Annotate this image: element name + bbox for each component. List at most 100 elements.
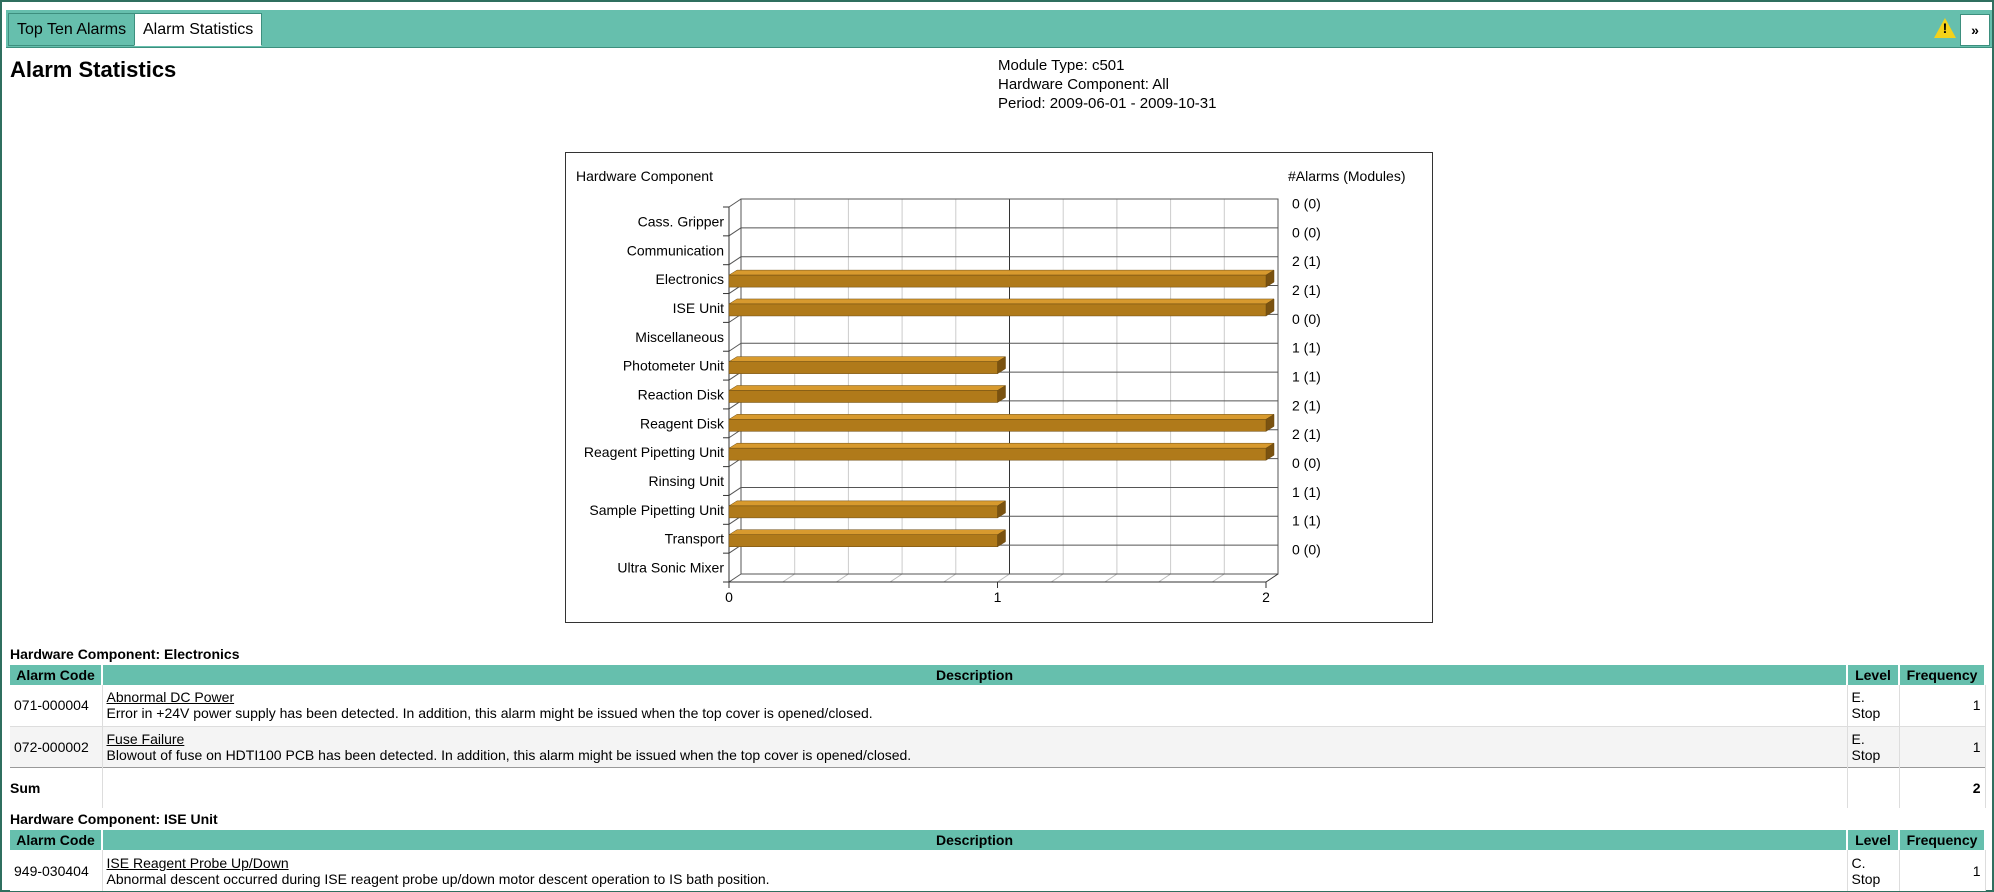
col-header-alarm-code[interactable]: Alarm Code <box>10 830 103 850</box>
col-header-frequency[interactable]: Frequency <box>1899 665 1986 685</box>
chart-category-label: Cass. Gripper <box>638 213 725 229</box>
more-menu-button[interactable]: » <box>1960 14 1990 46</box>
section-title-ise-unit: Hardware Component: ISE Unit <box>10 811 218 827</box>
chart-value-label: 2 (1) <box>1292 282 1321 298</box>
chart-floor-line <box>1104 573 1118 583</box>
description-cell: Abnormal DC Power Error in +24V power su… <box>102 685 1848 726</box>
alarm-detail-text: Error in +24V power supply has been dete… <box>106 705 873 722</box>
level-cell: E. Stop <box>1847 725 1900 767</box>
hardware-component-text: Hardware Component: All <box>998 76 1169 93</box>
chart-bar-top <box>728 298 1275 305</box>
chart-floor-line <box>836 573 849 583</box>
chart-category-label: Communication <box>627 242 724 258</box>
chart-floor-edge <box>1265 573 1279 583</box>
chart-value-label: 0 (0) <box>1292 195 1321 211</box>
chart-bar <box>728 447 1267 461</box>
chart-floor-line <box>889 573 903 583</box>
alarm-name-link[interactable]: Abnormal DC Power <box>107 689 1843 705</box>
col-header-level[interactable]: Level <box>1847 665 1900 685</box>
chart-bar-top <box>728 269 1275 276</box>
chart-floor-line <box>1158 573 1171 583</box>
chart-category-label: Miscellaneous <box>635 329 724 345</box>
period-text: Period: 2009-06-01 - 2009-10-31 <box>998 95 1217 112</box>
tab-alarm-statistics[interactable]: Alarm Statistics <box>134 13 263 46</box>
sum-row: Sum 2 <box>10 766 1986 808</box>
page-title: Alarm Statistics <box>10 57 177 82</box>
alarm-code-cell: 071-000004 <box>10 685 103 726</box>
alarm-name-link[interactable]: ISE Reagent Probe Up/Down <box>107 855 1843 871</box>
chart-floor-line <box>1212 573 1225 583</box>
app-frame: Top Ten Alarms Alarm Statistics ! » Alar… <box>0 0 1994 892</box>
table-row[interactable]: 072-000002 Fuse Failure Blowout of fuse … <box>10 725 1986 767</box>
chart-bar-top <box>728 414 1275 420</box>
chart-floor-line <box>1050 573 1064 583</box>
chart-left-wall-line <box>728 573 742 583</box>
chart-bar-top <box>728 356 1007 362</box>
chart-bar <box>728 274 1267 288</box>
alarm-code-cell: 072-000002 <box>10 725 103 767</box>
alarm-detail-text: Abnormal descent occurred during ISE rea… <box>106 870 770 887</box>
alarm-name-link[interactable]: Fuse Failure <box>107 731 1843 747</box>
col-header-level[interactable]: Level <box>1847 830 1900 850</box>
chart-value-label: 0 (0) <box>1292 542 1321 558</box>
chart-left-wall-line <box>728 198 742 208</box>
alarm-table-ise-unit: Alarm Code Description Level Frequency 9… <box>10 830 1986 891</box>
table-row[interactable]: 071-000004 Abnormal DC Power Error in +2… <box>10 685 1986 726</box>
frequency-cell: 1 <box>1899 725 1986 767</box>
chart-bar <box>728 505 998 519</box>
alarm-chart-svg: Hardware Component #Alarms (Modules) Cass.… <box>576 168 1405 605</box>
chart-x-tick-label: 1 <box>994 589 1002 605</box>
chart-category-label: Sample Pipetting Unit <box>589 502 724 518</box>
chart-category-label: ISE Unit <box>673 300 724 316</box>
chart-value-label: 1 (1) <box>1292 369 1321 385</box>
warning-button[interactable]: ! <box>1930 14 1960 44</box>
chart-category-label: Photometer Unit <box>623 358 724 374</box>
chart-value-label: 2 (1) <box>1292 397 1321 413</box>
tab-bar: Top Ten Alarms Alarm Statistics ! » <box>6 10 1992 48</box>
tab-top-ten-alarms[interactable]: Top Ten Alarms <box>8 13 136 46</box>
chart-y-axis-title: Hardware Component <box>576 168 713 184</box>
chart-floor-line <box>782 573 795 583</box>
table-row[interactable]: 949-030404 ISE Reagent Probe Up/Down Abn… <box>10 850 1986 891</box>
chart-bar-top <box>728 529 1007 535</box>
chart-bar <box>728 303 1267 317</box>
sum-label: Sum <box>10 766 103 808</box>
col-header-description[interactable]: Description <box>102 665 1848 685</box>
chart-left-wall-line <box>728 342 742 352</box>
chart-bar-top <box>728 385 1007 391</box>
chart-category-label: Transport <box>665 531 725 547</box>
chart-category-label: Ultra Sonic Mixer <box>617 560 724 576</box>
table-header-row: Alarm Code Description Level Frequency <box>10 830 1986 850</box>
level-cell: E. Stop <box>1847 685 1900 726</box>
section-title-electronics: Hardware Component: Electronics <box>10 646 240 662</box>
chart-left-wall-line <box>728 487 742 496</box>
level-cell: C. Stop <box>1847 850 1900 891</box>
chart-bar <box>728 390 998 403</box>
chart-bar <box>728 361 998 374</box>
chart-value-label: 2 (1) <box>1292 253 1321 269</box>
chart-value-label: 1 (1) <box>1292 340 1321 356</box>
chart-value-label: 2 (1) <box>1292 426 1321 442</box>
chart-value-label: 0 (0) <box>1292 455 1321 471</box>
chart-bar <box>728 534 998 547</box>
chart-value-label: 0 (0) <box>1292 224 1321 240</box>
chart-value-label: 0 (0) <box>1292 311 1321 327</box>
chart-category-label: Electronics <box>656 271 724 287</box>
alarm-code-cell: 949-030404 <box>10 850 103 891</box>
col-header-alarm-code[interactable]: Alarm Code <box>10 665 103 685</box>
description-cell: Fuse Failure Blowout of fuse on HDTI100 … <box>102 725 1848 767</box>
module-type-text: Module Type: c501 <box>998 57 1125 74</box>
chart-left-wall-line <box>728 256 742 266</box>
report-meta: Module Type: c501 Hardware Component: Al… <box>998 56 1216 113</box>
chart-value-axis-title: #Alarms (Modules) <box>1288 168 1405 184</box>
col-header-frequency[interactable]: Frequency <box>1899 830 1986 850</box>
chart-floor-line <box>943 573 957 583</box>
sum-value: 2 <box>1899 766 1986 808</box>
chart-bar-top <box>728 442 1275 449</box>
frequency-cell: 1 <box>1899 685 1986 726</box>
chart-category-label: Reaction Disk <box>638 387 725 403</box>
chart-bar-top <box>728 500 1007 507</box>
alarm-table-electronics: Alarm Code Description Level Frequency 0… <box>10 665 1986 808</box>
col-header-description[interactable]: Description <box>102 830 1848 850</box>
chart-value-label: 1 (1) <box>1292 513 1321 529</box>
